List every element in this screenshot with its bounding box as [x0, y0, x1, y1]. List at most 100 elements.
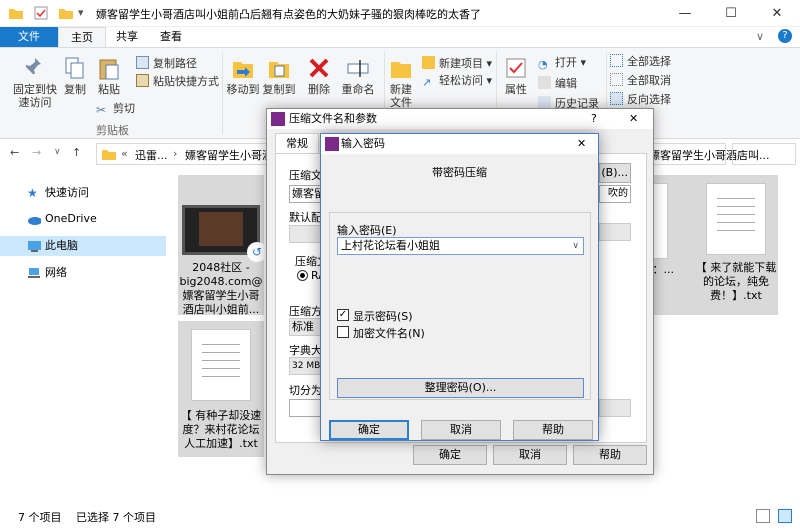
new-item-label: 新建项目 — [439, 57, 483, 70]
large-icons-view-icon[interactable] — [778, 509, 792, 523]
collapse-ribbon-icon[interactable]: ∨ — [756, 30, 764, 43]
file-name: 【 来了就能下载的论坛，纯免费！】.txt — [695, 261, 777, 302]
copy-to-icon — [269, 62, 289, 78]
search-input[interactable]: ⌕ — [732, 143, 796, 165]
move-to-label: 移动到 — [226, 83, 260, 96]
profile-button[interactable] — [289, 225, 321, 243]
tab-view[interactable]: 查看 — [148, 27, 194, 47]
ribbon-tabs: 文件 主页 共享 查看 ∨ ? — [0, 27, 800, 47]
easy-access-icon: ↗ — [422, 76, 432, 89]
tab-home[interactable]: 主页 — [58, 27, 106, 47]
close-icon[interactable]: ✕ — [577, 134, 586, 154]
cancel-button[interactable]: 取消 — [493, 445, 567, 465]
ok-button[interactable]: 确定 — [413, 445, 487, 465]
invert-selection-icon — [610, 92, 623, 105]
tab-general[interactable]: 常规 — [275, 133, 319, 153]
minimize-button[interactable]: — — [662, 0, 708, 27]
encrypt-names-checkbox[interactable] — [337, 326, 349, 338]
password-label: 输入密码(E) — [337, 224, 397, 237]
cut-button[interactable]: ✂ 剪切 — [96, 102, 135, 117]
rename-label: 重命名 — [341, 83, 375, 96]
copy-to-button[interactable]: 复制到 — [262, 56, 296, 96]
select-none-label: 全部取消 — [627, 74, 671, 87]
pin-icon — [26, 58, 41, 74]
help-button[interactable]: 帮助 — [573, 445, 647, 465]
recent-chevron-icon[interactable]: ∨ — [54, 147, 61, 157]
easy-access-button[interactable]: ↗ 轻松访问 ▾ — [422, 74, 492, 89]
forward-arrow-icon[interactable]: → — [32, 146, 41, 159]
new-item-button[interactable]: 新建项目 ▾ — [422, 56, 492, 71]
network-icon — [28, 268, 40, 278]
new-folder-quick-icon[interactable] — [58, 6, 74, 20]
customize-quick-icon[interactable]: ▾ — [78, 6, 84, 20]
tab-share[interactable]: 共享 — [104, 27, 150, 47]
split-label: 切分为 — [289, 384, 322, 397]
maximize-button[interactable]: ☐ — [708, 0, 754, 27]
file-name: 2048社区 - big2048.com@嫖客留学生小哥酒店叫小姐前... — [179, 261, 263, 316]
invert-selection-button[interactable]: 反向选择 — [610, 92, 671, 107]
edit-label: 编辑 — [555, 77, 577, 90]
dictionary-select[interactable]: 32 MB — [289, 357, 321, 375]
delete-button[interactable]: 删除 — [304, 56, 334, 96]
file-item[interactable]: 【 有种子却没速度？来村花论坛人工加速】.txt — [178, 321, 264, 457]
paste-button[interactable]: 粘贴 — [94, 56, 124, 96]
properties-button[interactable]: 属性 — [500, 56, 532, 96]
rename-button[interactable]: 重命名 — [338, 56, 378, 96]
tab-file[interactable]: 文件 — [0, 27, 58, 47]
details-view-icon[interactable] — [756, 509, 770, 523]
browse-button[interactable]: (B)... — [599, 163, 631, 183]
breadcrumb-overflow-icon[interactable]: « — [121, 147, 128, 160]
copy-path-icon — [136, 56, 149, 69]
pin-quick-access-button[interactable]: 固定到快速访问 — [10, 56, 60, 109]
file-name: 【 有种子却没速度？来村花论坛人工加速】.txt — [180, 409, 262, 450]
paste-shortcut-icon — [136, 74, 149, 87]
help-icon[interactable]: ? — [778, 29, 792, 43]
edit-button[interactable]: 编辑 — [538, 76, 577, 91]
pin-label: 固定到快速访问 — [13, 83, 57, 109]
split-unit-select[interactable] — [599, 399, 631, 417]
new-folder-icon — [391, 62, 411, 78]
method-select[interactable]: 标准 — [289, 318, 321, 336]
winrar-icon — [325, 137, 339, 151]
method-label: 压缩方 — [289, 305, 322, 318]
move-to-icon — [233, 62, 253, 78]
back-arrow-icon[interactable]: ← — [10, 146, 19, 159]
breadcrumb-item[interactable]: 迅雷... — [135, 147, 168, 163]
help-icon[interactable]: ? — [591, 109, 597, 129]
nav-item-quick-access[interactable]: ★ 快速访问 — [0, 183, 166, 203]
nav-item-onedrive[interactable]: OneDrive — [0, 209, 166, 229]
nav-item-network[interactable]: 网络 — [0, 263, 166, 283]
file-item[interactable]: 【 来了就能下载的论坛，纯免费！】.txt — [694, 175, 778, 315]
copy-button[interactable]: 复制 — [60, 56, 90, 96]
update-mode-select[interactable]: 吹的 — [599, 185, 631, 203]
copy-path-button[interactable]: 复制路径 — [136, 56, 197, 71]
close-icon[interactable]: ✕ — [629, 109, 638, 129]
up-arrow-icon[interactable]: ↑ — [72, 146, 81, 159]
paste-shortcut-button[interactable]: 粘贴快捷方式 — [136, 74, 219, 89]
cancel-button[interactable]: 取消 — [421, 420, 501, 440]
nav-label: OneDrive — [45, 212, 97, 225]
select-all-button[interactable]: 全部选择 — [610, 54, 671, 69]
profile-label: 默认配 — [289, 211, 322, 224]
select-none-button[interactable]: 全部取消 — [610, 73, 671, 88]
help-button[interactable]: 帮助 — [513, 420, 593, 440]
options-button[interactable] — [599, 223, 631, 241]
organize-passwords-button[interactable]: 整理密码(O)... — [337, 378, 584, 398]
file-item[interactable]: ↺ 2048社区 - big2048.com@嫖客留学生小哥酒店叫小姐前... — [178, 175, 267, 316]
properties-quick-icon[interactable] — [34, 6, 48, 20]
breadcrumb-separator-icon: › — [173, 147, 178, 160]
nav-item-this-pc[interactable]: 此电脑 — [0, 236, 166, 256]
dialog-header: 带密码压缩 — [432, 166, 487, 179]
radio-rar[interactable] — [297, 270, 308, 281]
open-label: 打开 — [555, 56, 577, 69]
chevron-down-icon[interactable]: ∨ — [572, 238, 579, 254]
ok-button[interactable]: 确定 — [329, 420, 409, 440]
open-button[interactable]: ◔ 打开 ▾ — [538, 56, 586, 71]
move-to-button[interactable]: 移动到 — [226, 56, 260, 96]
show-password-checkbox[interactable]: ✓ — [337, 309, 349, 321]
password-field[interactable]: 上村花论坛看小姐姐 ∨ — [337, 237, 584, 255]
computer-icon — [28, 241, 41, 252]
password-value: 上村花论坛看小姐姐 — [341, 239, 440, 252]
split-size-field[interactable] — [289, 399, 321, 417]
close-button[interactable]: ✕ — [754, 0, 800, 27]
